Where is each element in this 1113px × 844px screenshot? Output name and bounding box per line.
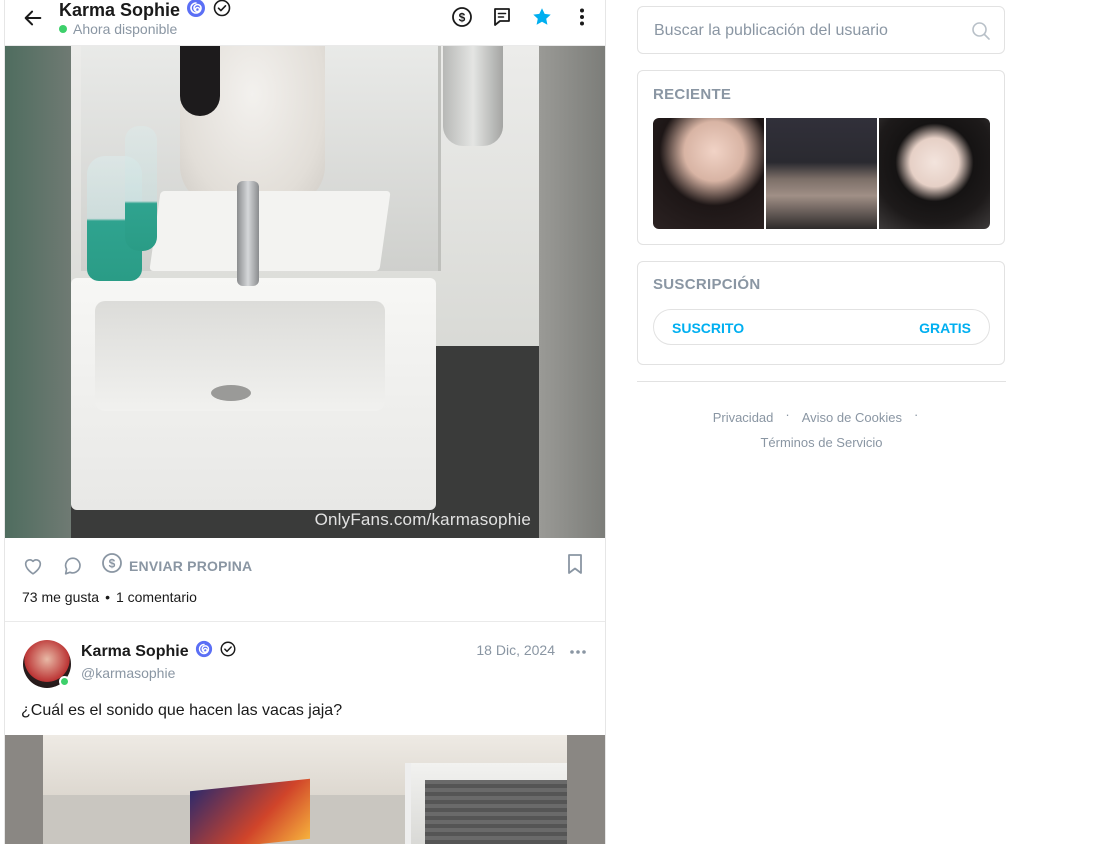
verified-check-icon — [219, 640, 237, 663]
footer-dot: · — [785, 407, 790, 422]
post-author-handle[interactable]: @karmasophie — [81, 665, 175, 681]
cookies-link[interactable]: Aviso de Cookies — [802, 410, 902, 425]
send-tip-button[interactable]: $ ENVIAR PROPINA — [101, 552, 252, 579]
header-status: Ahora disponible — [59, 21, 177, 37]
comments-count[interactable]: 1 comentario — [116, 589, 197, 605]
recent-thumbnail[interactable] — [766, 118, 877, 229]
more-horizontal-icon[interactable] — [567, 641, 589, 663]
photo-watermark: OnlyFans.com/karmasophie — [314, 510, 531, 529]
recent-title: RECIENTE — [653, 86, 732, 103]
post-action-row: $ ENVIAR PROPINA — [21, 552, 252, 579]
header-actions: $ — [451, 6, 593, 28]
spiral-badge-icon — [195, 640, 213, 663]
bookmark-icon[interactable] — [563, 552, 587, 576]
post-author-name[interactable]: Karma Sophie — [81, 643, 189, 661]
subscribed-button[interactable]: SUSCRITO GRATIS — [653, 309, 990, 345]
avatar[interactable] — [23, 640, 71, 688]
tip-dollar-icon[interactable]: $ — [451, 6, 473, 28]
post-item: Karma Sophie @karmasophie 18 Dic, 2024 ¿… — [5, 623, 605, 844]
stats-separator: • — [105, 589, 110, 605]
comment-bubble-icon[interactable] — [61, 554, 85, 578]
sidebar-divider — [637, 381, 1006, 382]
subscription-title: SUSCRIPCIÓN — [653, 276, 761, 293]
verified-check-icon — [212, 0, 232, 23]
back-arrow-icon[interactable] — [21, 6, 45, 30]
post-date[interactable]: 18 Dic, 2024 — [476, 642, 555, 658]
feed-column: Karma Sophie Ahora disponible $ OnlyFans… — [4, 0, 606, 844]
svg-text:$: $ — [109, 557, 116, 571]
likes-count[interactable]: 73 me gusta — [22, 589, 99, 605]
search-icon[interactable] — [970, 20, 992, 42]
search-input[interactable] — [654, 19, 954, 43]
price-label: GRATIS — [919, 320, 971, 336]
user-post-search — [637, 6, 1005, 54]
post-text: ¿Cuál es el sonido que hacen las vacas j… — [21, 702, 343, 719]
post-photo-room[interactable] — [5, 735, 605, 844]
send-tip-label: ENVIAR PROPINA — [129, 557, 253, 574]
message-icon[interactable] — [491, 6, 513, 28]
spiral-badge-icon — [186, 0, 206, 23]
footer-links: Privacidad · Aviso de Cookies · Términos de… — [637, 405, 1006, 455]
profile-top-bar: Karma Sophie Ahora disponible $ — [5, 0, 605, 46]
terms-link[interactable]: Términos de Servicio — [760, 435, 882, 450]
post-stats: 73 me gusta • 1 comentario — [22, 589, 197, 605]
recent-thumbnails — [653, 118, 990, 229]
online-indicator-icon — [59, 676, 70, 687]
header-name[interactable]: Karma Sophie — [59, 0, 180, 21]
footer-dot: · — [913, 407, 919, 422]
recent-thumbnail[interactable] — [879, 118, 990, 229]
privacy-link[interactable]: Privacidad — [713, 410, 774, 425]
favorite-star-icon[interactable] — [531, 6, 553, 28]
header-name-row: Karma Sophie — [59, 0, 232, 23]
post-actions: $ ENVIAR PROPINA 73 me gusta • 1 comenta… — [5, 538, 605, 622]
online-indicator-icon — [59, 25, 67, 33]
post-author-row: Karma Sophie — [81, 640, 237, 663]
svg-text:$: $ — [459, 11, 466, 25]
recent-thumbnail[interactable] — [653, 118, 764, 229]
subscription-card: SUSCRIPCIÓN SUSCRITO GRATIS — [637, 261, 1005, 365]
subscribed-label: SUSCRITO — [672, 320, 745, 336]
status-text: Ahora disponible — [73, 21, 178, 37]
tip-dollar-icon: $ — [101, 552, 123, 579]
like-heart-icon[interactable] — [21, 554, 45, 578]
post-photo-bathroom[interactable]: OnlyFans.com/karmasophie — [5, 46, 605, 538]
recent-media-card: RECIENTE — [637, 70, 1005, 245]
more-vertical-icon[interactable] — [571, 6, 593, 28]
page: Karma Sophie Ahora disponible $ OnlyFans… — [0, 0, 1113, 844]
